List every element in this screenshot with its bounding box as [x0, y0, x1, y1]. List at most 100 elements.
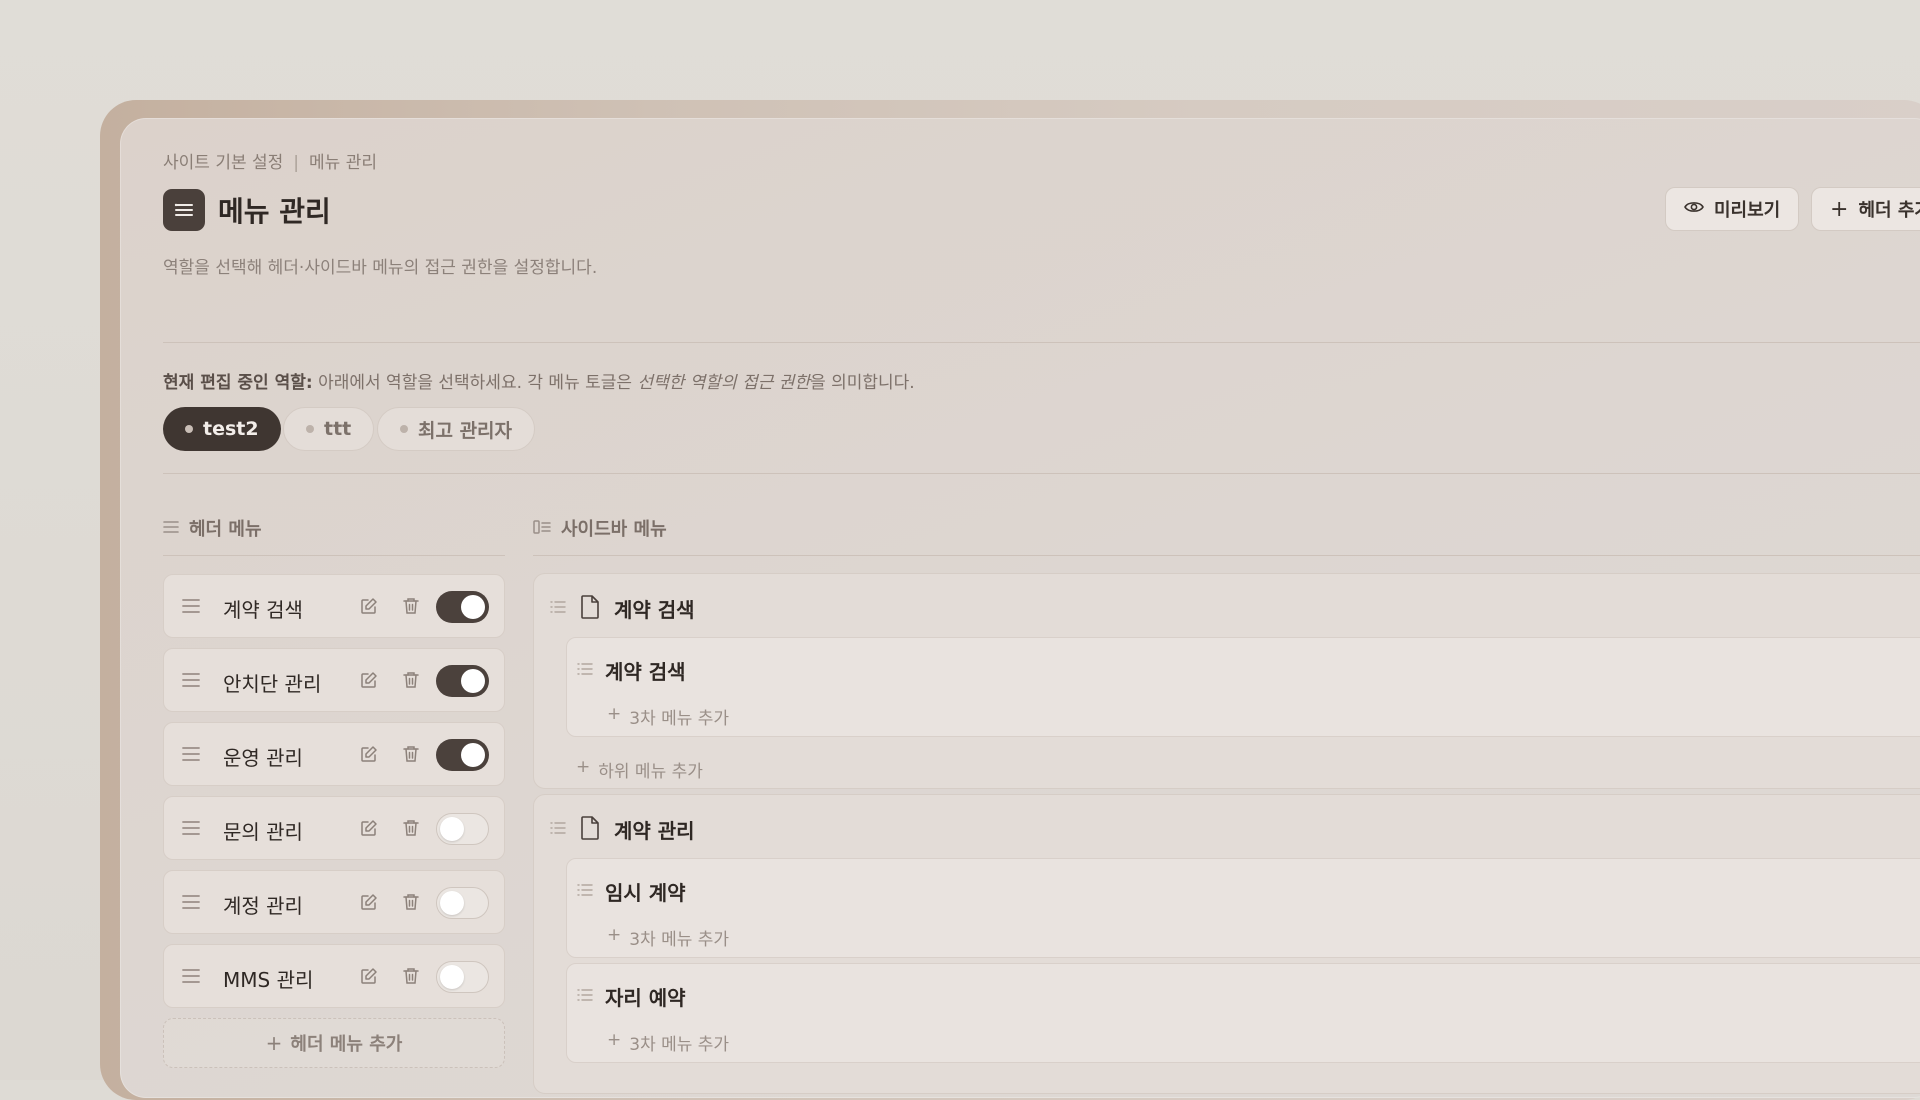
toggle-knob — [461, 669, 485, 693]
header-menu-item-label: 계정 관리 — [223, 894, 303, 918]
role-dot — [400, 425, 408, 433]
add-header-menu-button[interactable]: + 헤더 메뉴 추가 — [163, 1018, 505, 1068]
header-menu-item-label: 안치단 관리 — [223, 672, 322, 696]
header-menu-item-label: 계약 검색 — [223, 598, 303, 622]
trash-icon[interactable] — [403, 967, 419, 989]
header-menu-item[interactable]: 안치단 관리 — [163, 648, 505, 712]
header-menu-item[interactable]: 계약 검색 — [163, 574, 505, 638]
add-submenu-label: 하위 메뉴 추가 — [598, 762, 703, 782]
trash-icon[interactable] — [403, 819, 419, 841]
header-menu-item[interactable]: 계정 관리 — [163, 870, 505, 934]
header-menu-divider — [163, 555, 505, 556]
header-menu-item-label: MMS 관리 — [223, 968, 314, 992]
eye-icon — [1684, 199, 1704, 220]
role-chip-test2[interactable]: test2 — [163, 407, 281, 451]
sidebar-group-header: 계약 검색 — [550, 594, 695, 623]
access-toggle[interactable] — [436, 591, 489, 623]
sidebar-submenu-title[interactable]: 계약 검색 — [605, 656, 686, 685]
sidebar-group: 계약 관리 임시 계약 +3차 메뉴 추가 자리 예약 +3차 메뉴 추가 — [533, 794, 1920, 1094]
header-divider — [163, 342, 1920, 343]
role-chip-ttt[interactable]: ttt — [283, 407, 375, 451]
access-toggle[interactable] — [436, 739, 489, 771]
access-toggle[interactable] — [436, 887, 489, 919]
trash-icon[interactable] — [403, 597, 419, 619]
edit-icon[interactable] — [360, 967, 378, 989]
edit-icon[interactable] — [360, 671, 378, 693]
drag-handle-icon[interactable] — [181, 892, 201, 916]
sidebar-menu-section-label: 사이드바 메뉴 — [533, 515, 667, 541]
role-note-text1: 아래에서 역할을 선택하세요. 각 메뉴 토글은 — [312, 373, 638, 393]
drag-handle-icon[interactable] — [550, 599, 566, 618]
drag-handle-icon[interactable] — [577, 882, 593, 901]
file-icon — [580, 594, 600, 623]
drag-handle-icon[interactable] — [181, 670, 201, 694]
toggle-knob — [461, 743, 485, 767]
drag-handle-icon[interactable] — [577, 661, 593, 680]
trash-icon[interactable] — [403, 671, 419, 693]
role-note-prefix: 현재 편집 중인 역할: — [163, 373, 313, 393]
role-chip-label: 최고 관리자 — [418, 419, 513, 442]
add-third-level-label: 3차 메뉴 추가 — [629, 930, 730, 950]
role-note-text2: 을 의미합니다. — [810, 373, 915, 393]
role-chip-label: test2 — [203, 418, 259, 440]
header-menu-item-label: 운영 관리 — [223, 746, 303, 770]
drag-handle-icon[interactable] — [550, 820, 566, 839]
header-menu-item[interactable]: MMS 관리 — [163, 944, 505, 1008]
sidebar-group: 계약 검색 계약 검색 +3차 메뉴 추가 + 하위 메뉴 추가 — [533, 573, 1920, 789]
preview-button[interactable]: 미리보기 — [1665, 187, 1800, 231]
toggle-knob — [440, 965, 464, 989]
sidebar-menu-divider — [533, 555, 1920, 556]
role-chip-super-admin[interactable]: 최고 관리자 — [377, 407, 536, 451]
plus-icon: + — [265, 1031, 283, 1055]
sidebar-group-title[interactable]: 계약 관리 — [614, 815, 695, 844]
header-menu-item[interactable]: 운영 관리 — [163, 722, 505, 786]
trash-icon[interactable] — [403, 745, 419, 767]
add-third-level-label: 3차 메뉴 추가 — [629, 709, 730, 729]
add-third-level-menu-button[interactable]: +3차 메뉴 추가 — [607, 925, 729, 950]
access-toggle[interactable] — [436, 665, 489, 697]
roles-divider — [163, 473, 1920, 474]
add-third-level-menu-button[interactable]: +3차 메뉴 추가 — [607, 704, 729, 729]
sidebar-submenu-header: 자리 예약 — [577, 982, 686, 1011]
toggle-knob — [461, 595, 485, 619]
drag-handle-icon[interactable] — [181, 966, 201, 990]
breadcrumb-separator: | — [293, 153, 300, 173]
sidebar-group-header: 계약 관리 — [550, 815, 695, 844]
sidebar-menu-title: 사이드바 메뉴 — [561, 519, 667, 540]
edit-icon[interactable] — [360, 893, 378, 915]
sidebar-submenu: 임시 계약 +3차 메뉴 추가 — [566, 858, 1920, 958]
add-header-menu-label: 헤더 메뉴 추가 — [290, 1034, 403, 1055]
plus-icon: + — [576, 757, 591, 777]
edit-icon[interactable] — [360, 745, 378, 767]
access-toggle[interactable] — [436, 813, 489, 845]
file-icon — [580, 815, 600, 844]
breadcrumb-current: 메뉴 관리 — [309, 153, 377, 173]
sidebar-submenu-title[interactable]: 자리 예약 — [605, 982, 686, 1011]
sidebar-submenu: 계약 검색 +3차 메뉴 추가 — [566, 637, 1920, 737]
edit-icon[interactable] — [360, 819, 378, 841]
toggle-knob — [440, 891, 464, 915]
add-third-level-menu-button[interactable]: +3차 메뉴 추가 — [607, 1030, 729, 1055]
page-description: 역할을 선택해 헤더·사이드바 메뉴의 접근 권한을 설정합니다. — [163, 258, 598, 278]
drag-handle-icon[interactable] — [181, 596, 201, 620]
sidebar-group-title[interactable]: 계약 검색 — [614, 594, 695, 623]
sidebar-submenu: 자리 예약 +3차 메뉴 추가 — [566, 963, 1920, 1063]
preview-button-label: 미리보기 — [1714, 200, 1781, 221]
add-submenu-button[interactable]: + 하위 메뉴 추가 — [576, 757, 703, 782]
menu-list-icon — [163, 189, 205, 231]
drag-handle-icon[interactable] — [181, 818, 201, 842]
sidebar-submenu-title[interactable]: 임시 계약 — [605, 877, 686, 906]
plus-icon: + — [1830, 196, 1849, 222]
header-menu-item[interactable]: 문의 관리 — [163, 796, 505, 860]
sidebar-submenu-header: 임시 계약 — [577, 877, 686, 906]
role-note: 현재 편집 중인 역할: 아래에서 역할을 선택하세요. 각 메뉴 토글은 선택… — [163, 368, 915, 393]
role-note-emphasis: 선택한 역할의 접근 권한 — [637, 373, 811, 393]
access-toggle[interactable] — [436, 961, 489, 993]
trash-icon[interactable] — [403, 893, 419, 915]
breadcrumb-parent[interactable]: 사이트 기본 설정 — [163, 153, 283, 173]
drag-handle-icon[interactable] — [181, 744, 201, 768]
edit-icon[interactable] — [360, 597, 378, 619]
header-menu-title: 헤더 메뉴 — [189, 519, 262, 540]
drag-handle-icon[interactable] — [577, 987, 593, 1006]
add-header-button[interactable]: + 헤더 추가 — [1811, 187, 1920, 231]
